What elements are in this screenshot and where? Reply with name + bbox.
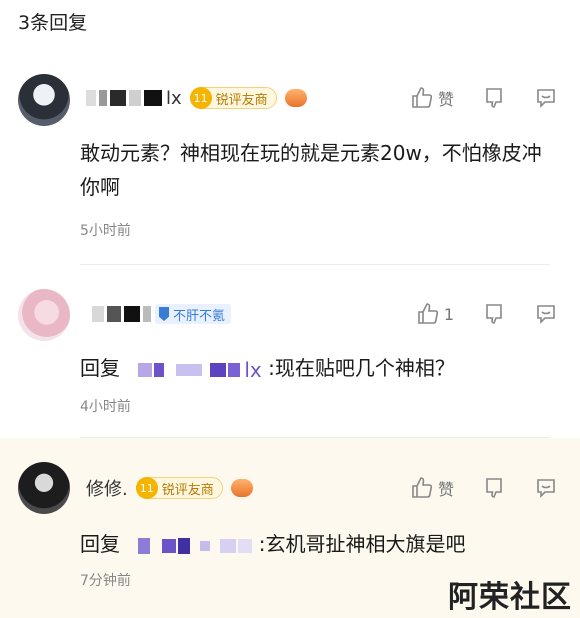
thumbs-down-icon — [486, 478, 502, 498]
reply-target-suffix: lx — [244, 357, 262, 382]
badge-text: 锐评友商 — [161, 482, 214, 498]
like-label: 赞 — [437, 90, 454, 109]
reply-body: :玄机哥扯神相大旗是吧 — [258, 532, 466, 556]
reply-prefix: 回复 — [80, 356, 120, 380]
like-button[interactable]: 赞 — [410, 86, 454, 110]
fan-badge-text: 不肝不氪 — [173, 308, 226, 324]
avatar[interactable] — [18, 74, 70, 126]
comment-time: 4小时前 — [80, 399, 131, 415]
reply-button[interactable] — [534, 476, 558, 500]
dislike-button[interactable] — [482, 476, 506, 500]
thumbs-up-icon — [412, 477, 433, 498]
comment-time: 7分钟前 — [80, 573, 131, 589]
like-label: 赞 — [437, 480, 454, 499]
level-badge: 11 锐评友商 — [135, 477, 223, 499]
comment-text: 回复 :玄机哥扯神相大旗是吧 — [80, 527, 550, 561]
comment-actions: 赞 — [410, 474, 558, 502]
user-row: 修修. 11 锐评友商 — [86, 474, 253, 502]
reply-body: :现在贴吧几个神相？ — [268, 356, 455, 380]
fan-badge: 不肝不氪 — [155, 304, 232, 324]
reply-count-title: 3条回复 — [18, 12, 88, 34]
reply-button[interactable] — [534, 86, 558, 110]
username-mosaic[interactable] — [92, 304, 151, 324]
thumbs-up-icon — [418, 303, 438, 324]
thumbs-up-icon — [412, 87, 433, 108]
dislike-button[interactable] — [482, 302, 506, 326]
like-button[interactable]: 1 — [416, 302, 454, 326]
comment-time: 5小时前 — [80, 223, 131, 239]
like-count: 1 — [443, 304, 454, 324]
username-suffix[interactable]: lx — [166, 88, 182, 109]
gamepad-badge-icon — [230, 479, 253, 497]
thumbs-down-icon — [486, 88, 502, 108]
reply-prefix: 回复 — [80, 532, 120, 556]
chat-bubble-icon — [537, 479, 555, 498]
avatar[interactable] — [18, 462, 70, 514]
user-row: 不肝不氪 — [92, 300, 232, 328]
level-number: 11 — [189, 87, 212, 109]
level-badge: 11 锐评友商 — [189, 87, 277, 109]
like-button[interactable]: 赞 — [410, 476, 454, 500]
comment-actions: 1 — [416, 300, 558, 328]
gamepad-badge-icon — [284, 89, 307, 107]
thumbs-down-icon — [486, 304, 502, 324]
chat-bubble-icon — [537, 305, 555, 324]
badge-text: 锐评友商 — [215, 92, 268, 108]
avatar[interactable] — [18, 289, 70, 341]
reply-target[interactable]: lx — [126, 353, 262, 387]
watermark: 阿荣社区 — [448, 580, 572, 615]
comment-1: lx 11 锐评友商 赞 敢动元素？神相现在玩的就是元素20w，不怕橡皮冲你啊 … — [0, 60, 580, 265]
level-number: 11 — [135, 477, 158, 499]
comment-text: 敢动元素？神相现在玩的就是元素20w，不怕橡皮冲你啊 — [80, 141, 542, 199]
dislike-button[interactable] — [482, 86, 506, 110]
reply-target[interactable] — [126, 537, 253, 554]
flag-icon — [159, 307, 169, 321]
comment-text: 回复 lx :现在贴吧几个神相？ — [80, 351, 550, 387]
username-mosaic[interactable] — [86, 88, 162, 108]
username[interactable]: 修修. — [86, 475, 128, 501]
comment-actions: 赞 — [410, 84, 558, 112]
comment-2: 不肝不氪 1 回复 lx :现在贴吧几个神相？ 4小时前 — [0, 265, 580, 438]
reply-button[interactable] — [534, 302, 558, 326]
user-row: lx 11 锐评友商 — [86, 84, 307, 112]
chat-bubble-icon — [537, 89, 555, 108]
